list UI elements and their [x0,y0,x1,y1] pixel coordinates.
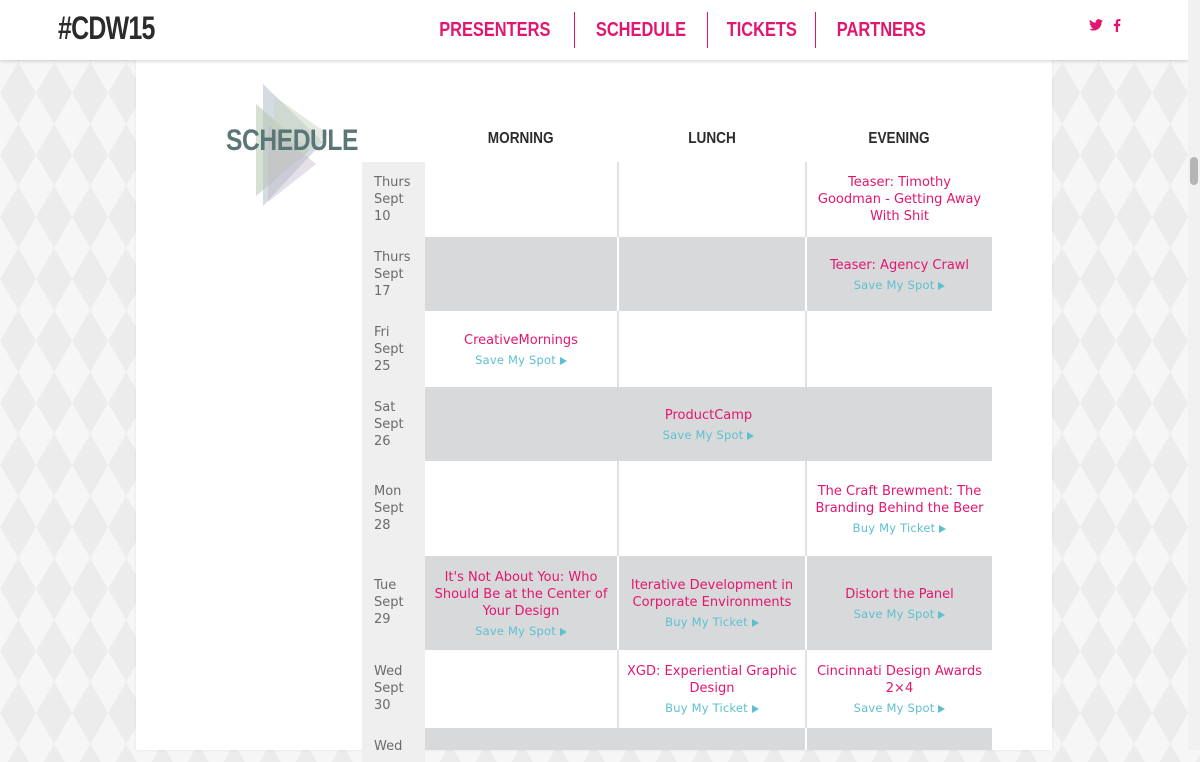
site-logo[interactable]: #CDW15 [58,10,155,47]
day-label: Wed Sept 30 [374,664,404,713]
event-title-link[interactable]: Teaser: Agency Crawl [822,257,977,274]
nav-presenters[interactable]: PRESENTERS [416,12,575,48]
play-arrow-icon [751,705,759,713]
play-arrow-icon [559,627,567,636]
column-divider [805,311,807,387]
event-cell: It's Not About You: Who Should Be at the… [425,556,617,650]
column-divider [617,461,619,556]
column-divider [617,162,619,237]
nav-schedule[interactable]: SCHEDULE [575,12,708,48]
event-cell: The Craft Brewment: The Branding Behind … [807,461,992,556]
save-my-spot-link[interactable]: Save My Spot [475,624,567,638]
schedule-cell [807,728,992,750]
event-cell: CreativeMornings Save My Spot [425,311,617,387]
save-my-spot-link[interactable]: Save My Spot [854,278,946,292]
play-arrow-icon [559,356,567,365]
event-title-link[interactable]: Teaser: Timothy Goodman - Getting Away W… [807,174,992,225]
event-title-link[interactable]: XGD: Experiential Graphic Design [619,663,805,697]
event-cell: Teaser: Timothy Goodman - Getting Away W… [807,162,992,237]
column-header-lunch: LUNCH [688,130,736,147]
event-cell: Distort the Panel Save My Spot [807,556,992,650]
event-title-link[interactable]: Cincinnati Design Awards 2×4 [807,663,992,697]
event-title-link[interactable]: Iterative Development in Corporate Envir… [619,577,805,611]
play-arrow-icon [747,431,755,440]
event-cell: Cincinnati Design Awards 2×4 Save My Spo… [807,650,992,728]
event-cell: Iterative Development in Corporate Envir… [619,556,805,650]
facebook-icon[interactable] [1113,19,1121,32]
buy-my-ticket-link[interactable]: Buy My Ticket [665,615,759,629]
nav-tickets[interactable]: TICKETS [708,12,817,48]
day-label: Thurs Sept 10 [374,175,411,224]
buy-my-ticket-link[interactable]: Buy My Ticket [853,521,947,535]
nav-partners[interactable]: PARTNERS [816,12,947,48]
day-label: Thurs Sept 17 [374,250,411,299]
day-label: Mon Sept 28 [374,484,404,533]
schedule-cell [425,237,617,311]
event-cell: XGD: Experiential Graphic Design Buy My … [619,650,805,728]
twitter-icon[interactable] [1089,19,1103,31]
play-arrow-icon [938,610,946,619]
day-label: Fri Sept 25 [374,325,404,374]
column-divider [617,311,619,387]
play-arrow-icon [939,524,947,533]
event-title-link[interactable]: It's Not About You: Who Should Be at the… [425,569,617,620]
save-my-spot-link[interactable]: Save My Spot [854,701,946,715]
save-my-spot-link[interactable]: Save My Spot [854,607,946,621]
event-cell: ProductCamp Save My Spot [425,387,992,461]
event-title-link[interactable]: CreativeMornings [456,332,586,349]
top-navigation-bar: #CDW15 PRESENTERS SCHEDULE TICKETS PARTN… [0,0,1188,60]
event-title-link[interactable]: The Craft Brewment: The Branding Behind … [807,483,992,517]
buy-my-ticket-link[interactable]: Buy My Ticket [665,701,759,715]
day-label: Sat Sept 26 [374,400,404,449]
section-title: SCHEDULE [226,124,359,157]
schedule-cell [425,728,805,750]
play-arrow-icon [938,281,946,290]
event-title-link[interactable]: ProductCamp [657,407,760,424]
play-arrow-icon [751,619,759,627]
schedule-cell [619,237,805,311]
scrollbar-thumb[interactable] [1190,157,1198,185]
play-arrow-icon [938,705,946,713]
event-cell: Teaser: Agency Crawl Save My Spot [807,237,992,311]
main-nav: PRESENTERS SCHEDULE TICKETS PARTNERS [416,12,947,48]
scrollbar[interactable] [1188,0,1200,750]
save-my-spot-link[interactable]: Save My Spot [475,353,567,367]
column-header-evening: EVENING [868,130,931,147]
save-my-spot-link[interactable]: Save My Spot [663,428,755,442]
column-header-morning: MORNING [488,130,554,147]
day-label: Wed [374,739,403,754]
event-title-link[interactable]: Distort the Panel [837,586,962,603]
day-label: Tue Sept 29 [374,578,404,627]
